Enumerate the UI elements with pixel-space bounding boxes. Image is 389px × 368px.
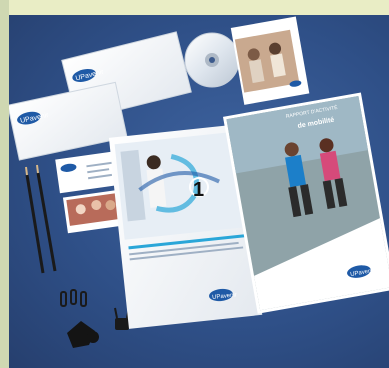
top-border	[0, 0, 389, 15]
cd-disc	[184, 32, 240, 88]
left-border	[0, 0, 9, 368]
black-clip-object	[67, 321, 99, 348]
stationery-mockup-photo: UPavenir UPavenir UPavenir RAPPORT D'ACT…	[9, 15, 389, 368]
screenshot-root: UPavenir UPavenir UPavenir RAPPORT D'ACT…	[0, 0, 389, 368]
annotation-marker-label: 1	[193, 179, 204, 201]
paper-clips	[60, 289, 87, 307]
pencils	[25, 164, 57, 274]
brochure-small	[230, 16, 310, 105]
envelope-small: UPavenir	[9, 81, 128, 161]
mockup-scene: UPavenir UPavenir UPavenir RAPPORT D'ACT…	[9, 16, 389, 348]
